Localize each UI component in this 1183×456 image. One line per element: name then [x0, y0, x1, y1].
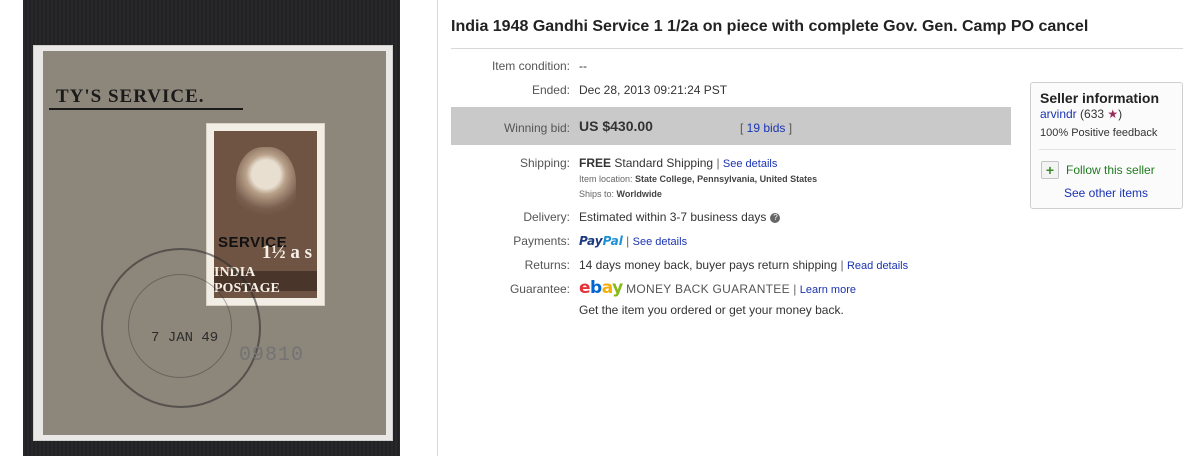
see-other-items-link[interactable]: See other items [1064, 186, 1148, 200]
stamp-value: 1½ a s [261, 242, 312, 263]
bid-count: [ 19 bids ] [740, 121, 792, 135]
ebay-logo-e: e [579, 278, 591, 298]
ships-to-label: Ships to: [579, 189, 615, 199]
seller-name-row: arvindr (633 ★) [1040, 107, 1122, 121]
item-title: India 1948 Gandhi Service 1 1/2a on piec… [451, 18, 1089, 35]
payments-label: Payments: [513, 234, 570, 248]
shipping-label: Shipping: [519, 156, 570, 170]
ebay-logo-icon: ebay [579, 278, 623, 298]
guarantee-label: Guarantee: [509, 282, 570, 296]
shipping-sep: | [716, 156, 720, 170]
item-location-label: Item location: [579, 174, 633, 184]
seller-score-prefix: (633 [1076, 107, 1108, 121]
item-condition-label: Item condition: [491, 59, 570, 73]
ebay-logo-y: y [612, 278, 623, 298]
item-condition-value: -- [579, 59, 587, 73]
returns-policy: 14 days money back, buyer pays return sh… [579, 258, 838, 272]
returns-sep: | [840, 258, 844, 272]
postmark-inner-ring [128, 274, 232, 378]
seller-divider [1039, 149, 1176, 150]
photo-paper-rule [49, 108, 243, 110]
item-location-value: State College, Pennsylvania, United Stat… [635, 174, 818, 184]
delivery-label: Delivery: [523, 210, 570, 224]
bid-history-link[interactable]: 19 bids [747, 121, 786, 135]
postmark-date: 7 JAN 49 [151, 330, 219, 346]
seller-name-link[interactable]: arvindr [1040, 107, 1077, 121]
ebay-logo-a: a [601, 278, 613, 298]
plus-icon[interactable]: + [1041, 161, 1059, 179]
delivery-value: Estimated within 3-7 business days? [579, 210, 781, 224]
guarantee-sep: | [793, 282, 797, 296]
bid-count-prefix: [ [740, 121, 747, 135]
ships-to-value: Worldwide [616, 189, 662, 199]
stamp-portrait [236, 147, 296, 225]
shipping-value: FREE Standard Shipping | See details [579, 156, 777, 170]
delivery-estimate: Estimated within 3-7 business days [579, 210, 767, 224]
ebay-logo-b: b [590, 278, 602, 298]
ended-label: Ended: [531, 83, 570, 97]
item-location: Item location: State College, Pennsylvan… [579, 174, 817, 184]
seller-info-title: Seller information [1040, 90, 1160, 106]
info-icon[interactable]: ? [770, 212, 781, 223]
payments-details-link[interactable]: See details [633, 236, 687, 248]
stamp-serial: 09810 [239, 344, 305, 367]
seller-info-panel: Seller information arvindr (633 ★) 100% … [1030, 82, 1183, 209]
follow-seller-link[interactable]: Follow this seller [1066, 163, 1155, 177]
item-photo[interactable]: TY'S SERVICE. SERVICE 1½ a s INDIA POSTA… [23, 0, 400, 456]
star-icon: ★ [1107, 107, 1119, 121]
shipping-free: FREE [579, 156, 612, 170]
guarantee-note: Get the item you ordered or get your mon… [579, 303, 844, 317]
payments-value: PayPal | See details [579, 234, 687, 248]
bid-count-suffix: ] [785, 121, 793, 135]
ended-value: Dec 28, 2013 09:21:24 PST [579, 83, 728, 97]
shipping-method: Standard Shipping [614, 156, 714, 170]
returns-value: 14 days money back, buyer pays return sh… [579, 258, 908, 272]
winning-bid-label: Winning bid: [503, 121, 570, 135]
seller-score-suffix: ) [1118, 107, 1123, 121]
money-back-guarantee: MONEY BACK GUARANTEE [626, 282, 790, 296]
payments-sep: | [626, 234, 630, 248]
photo-edge-space [400, 0, 437, 456]
left-margin [0, 0, 23, 456]
seller-feedback: 100% Positive feedback [1040, 127, 1158, 139]
ships-to: Ships to: Worldwide [579, 189, 662, 199]
photo-paper-text: TY'S SERVICE. [56, 86, 205, 107]
guarantee-learn-more-link[interactable]: Learn more [800, 284, 856, 296]
guarantee-value: ebay MONEY BACK GUARANTEE | Learn more [579, 278, 856, 298]
title-divider [451, 48, 1183, 49]
returns-label: Returns: [524, 258, 570, 272]
paypal-logo-icon: PayPal [579, 234, 623, 248]
winning-bid-value: US $430.00 [579, 118, 653, 134]
returns-details-link[interactable]: Read details [847, 260, 908, 272]
shipping-details-link[interactable]: See details [723, 158, 777, 170]
paypal-logo-part2: Pal [602, 234, 623, 248]
paypal-logo-part1: Pay [579, 234, 603, 248]
vertical-divider [437, 0, 438, 456]
